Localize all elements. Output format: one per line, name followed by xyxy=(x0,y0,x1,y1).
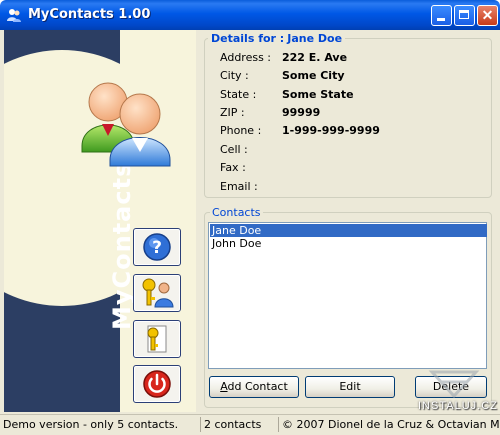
list-item[interactable]: John Doe xyxy=(210,237,487,250)
key-button[interactable] xyxy=(133,320,181,358)
help-icon: ? xyxy=(143,233,171,261)
state-value: Some State xyxy=(282,88,354,101)
zip-label: ZIP : xyxy=(220,106,245,119)
close-icon: ✕ xyxy=(481,7,494,23)
add-contact-button[interactable]: Add Contact xyxy=(209,376,299,398)
city-value: Some City xyxy=(282,69,345,82)
phone-value: 1-999-999-9999 xyxy=(282,124,380,137)
users-logo-icon xyxy=(81,82,171,167)
maximize-button[interactable] xyxy=(454,5,475,26)
status-demo-notice: Demo version - only 5 contacts. xyxy=(3,418,179,431)
fax-label: Fax : xyxy=(220,161,246,174)
contact-list[interactable]: Jane Doe John Doe xyxy=(208,222,487,369)
email-label: Email : xyxy=(220,180,258,193)
manage-users-button[interactable] xyxy=(133,274,181,312)
state-label: State : xyxy=(220,88,257,101)
keys-user-icon xyxy=(142,278,174,308)
svg-text:?: ? xyxy=(152,238,162,258)
status-copyright: © 2007 Dionel de la Cruz & Octavian Merc… xyxy=(278,417,500,432)
status-bar: Demo version - only 5 contacts. 2 contac… xyxy=(0,414,500,435)
city-label: City : xyxy=(220,69,249,82)
details-legend-label: Details for : xyxy=(211,32,285,45)
minimize-button[interactable] xyxy=(431,5,452,26)
contacts-legend: Contacts xyxy=(210,206,263,219)
status-contact-count: 2 contacts xyxy=(200,417,274,432)
phone-label: Phone : xyxy=(220,124,262,137)
address-label: Address : xyxy=(220,51,272,64)
window-title: MyContacts 1.00 xyxy=(28,7,151,22)
edit-button[interactable]: Edit xyxy=(305,376,395,398)
power-icon xyxy=(143,370,171,398)
key-icon xyxy=(147,325,167,353)
zip-value: 99999 xyxy=(282,106,321,119)
exit-button[interactable] xyxy=(133,365,181,403)
help-button[interactable]: ? xyxy=(133,228,181,266)
address-value: 222 E. Ave xyxy=(282,51,348,64)
brand-vertical-text: MyContacts xyxy=(108,161,136,330)
list-item[interactable]: Jane Doe xyxy=(210,224,487,237)
details-legend: Details for : Jane Doe xyxy=(208,32,346,45)
app-icon xyxy=(7,9,21,22)
title-bar[interactable]: MyContacts 1.00 ✕ xyxy=(0,0,500,30)
close-button[interactable]: ✕ xyxy=(477,5,498,26)
watermark-text: INSTALUJ.CZ xyxy=(418,400,498,412)
details-contact-name: Jane Doe xyxy=(287,32,343,45)
cell-label: Cell : xyxy=(220,143,248,156)
